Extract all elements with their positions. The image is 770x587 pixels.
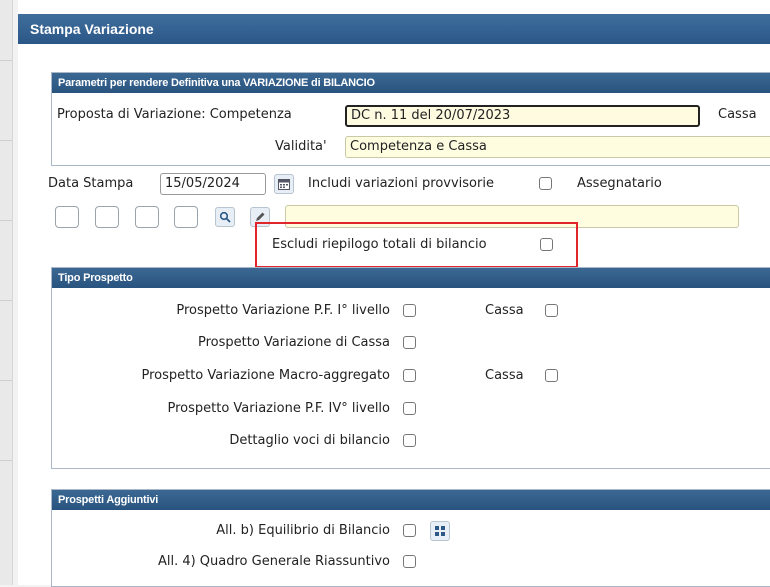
includi-provvisorie-checkbox[interactable]: [539, 177, 552, 190]
equilibrio-bilancio-label: All. b) Equilibrio di Bilancio: [216, 523, 390, 538]
includi-provvisorie-label: Includi variazioni provvisorie: [308, 176, 494, 191]
escludi-checkbox[interactable]: [540, 238, 553, 251]
parametri-header: Parametri per rendere Definitiva una VAR…: [52, 73, 770, 93]
dettaglio-voci-checkbox[interactable]: [403, 434, 416, 447]
code-box-2[interactable]: [95, 206, 119, 228]
prospetto-pf-iv-checkbox[interactable]: [403, 402, 416, 415]
prospetto-macro-cassa-checkbox[interactable]: [545, 369, 558, 382]
prospetto-pf-i-label: Prospetto Variazione P.F. I° livello: [176, 303, 390, 318]
code-box-3[interactable]: [135, 206, 159, 228]
validita-field[interactable]: Competenza e Cassa: [345, 136, 770, 158]
code-box-4[interactable]: [174, 206, 198, 228]
equilibrio-bilancio-checkbox[interactable]: [403, 524, 416, 537]
quadro-generale-checkbox[interactable]: [403, 555, 416, 568]
prospetto-pf-iv-label: Prospetto Variazione P.F. IV° livello: [167, 401, 390, 416]
code-box-1[interactable]: [55, 206, 79, 228]
dettaglio-voci-label: Dettaglio voci di bilancio: [229, 433, 390, 448]
cassa-label: Cassa: [718, 107, 757, 122]
prospetto-pf-i-checkbox[interactable]: [403, 304, 416, 317]
search-icon[interactable]: [215, 207, 235, 227]
prospetto-cassa-label: Prospetto Variazione di Cassa: [197, 335, 390, 350]
validita-label: Validita': [275, 139, 327, 154]
data-stampa-field[interactable]: 15/05/2024: [160, 173, 266, 195]
prospetto-macro-checkbox[interactable]: [403, 369, 416, 382]
prospetto-macro-cassa-label: Cassa: [485, 368, 524, 383]
proposta-field[interactable]: DC n. 11 del 20/07/2023: [345, 105, 700, 127]
proposta-label: Proposta di Variazione: Competenza: [57, 107, 292, 122]
escludi-label: Escludi riepilogo totali di bilancio: [272, 237, 487, 252]
prospetto-pf-i-cassa-label: Cassa: [485, 303, 524, 318]
data-stampa-label: Data Stampa: [48, 176, 134, 191]
prospetto-cassa-checkbox[interactable]: [403, 336, 416, 349]
tipo-prospetto-header: Tipo Prospetto: [52, 268, 770, 288]
left-sidebar-edge: [0, 0, 13, 585]
quadro-generale-label: All. 4) Quadro Generale Riassuntivo: [157, 554, 390, 569]
calendar-icon[interactable]: [274, 174, 294, 194]
prospetto-macro-label: Prospetto Variazione Macro-aggregato: [141, 368, 390, 383]
window-title: Stampa Variazione: [18, 14, 770, 44]
assegnatario-label: Assegnatario: [577, 176, 662, 191]
prospetti-aggiuntivi-header: Prospetti Aggiuntivi: [52, 490, 770, 510]
grid-icon[interactable]: [430, 521, 450, 541]
prospetto-pf-i-cassa-checkbox[interactable]: [545, 304, 558, 317]
